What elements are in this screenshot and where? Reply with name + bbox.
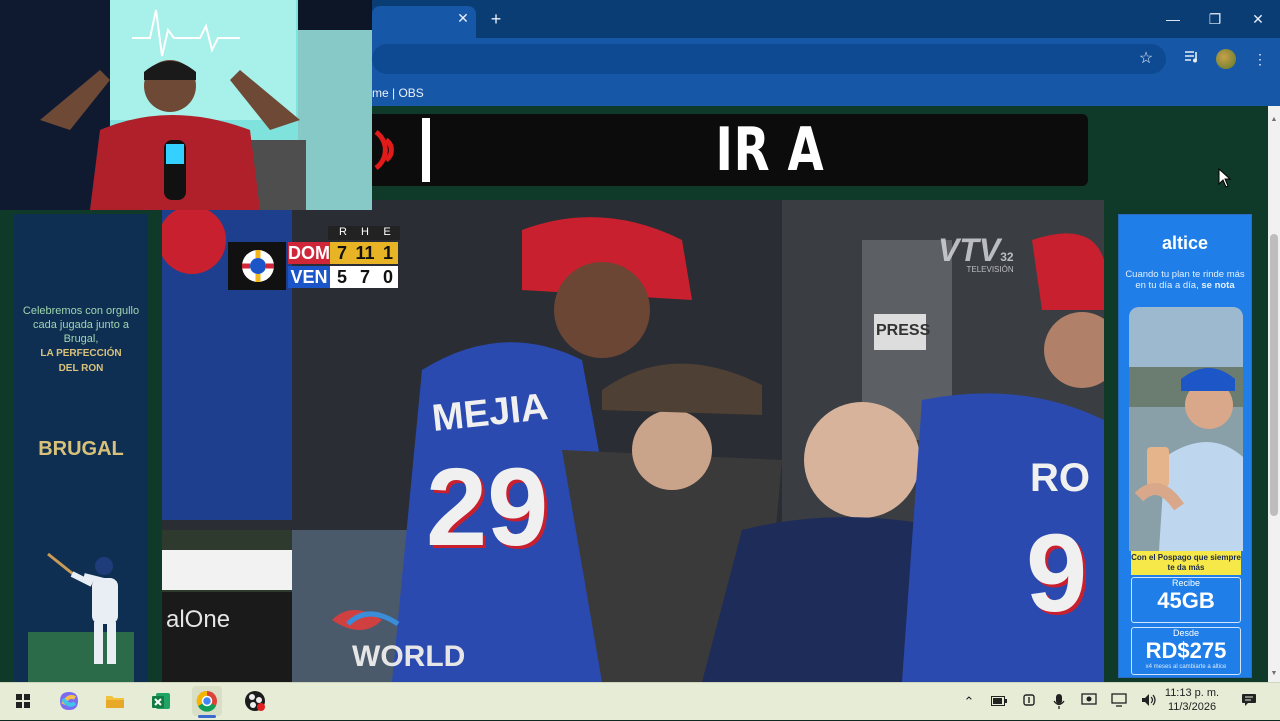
microphone-icon[interactable] [1050, 693, 1068, 711]
folder-icon [106, 696, 124, 708]
obs-icon [245, 691, 265, 711]
media-control-icon[interactable] [1182, 49, 1202, 69]
windows-logo-icon [16, 694, 30, 708]
team-ven: VEN [290, 267, 328, 287]
ven-errors: 0 [382, 267, 393, 287]
altice-ad[interactable]: altice Cuando tu plan te rinde más en tu… [1118, 214, 1252, 678]
altice-price-box: Desde RD$275 x4 meses al cambiarte a alt… [1131, 627, 1241, 675]
address-bar[interactable] [372, 44, 1166, 74]
network-icon[interactable] [1110, 693, 1128, 711]
altice-box1-small: Recibe [1171, 578, 1200, 588]
batter-illustration [28, 552, 134, 682]
volume-icon[interactable] [1140, 693, 1158, 711]
taskbar-active-indicator [198, 715, 216, 718]
dom-hits: 11 [355, 243, 375, 263]
score-header-h: H [361, 226, 369, 238]
bookmark-item-obs[interactable]: me | OBS [372, 86, 424, 100]
taskbar-obs[interactable] [240, 686, 270, 716]
taskbar-chrome[interactable] [192, 686, 222, 716]
fan-with-phone-illustration [1129, 307, 1243, 551]
dom-errors: 1 [382, 243, 393, 263]
altice-subtitle: Cuando tu plan te rinde más en tu día a … [1125, 269, 1245, 291]
altice-logo: altice [1161, 233, 1209, 253]
chrome-icon [196, 690, 217, 712]
scroll-up-icon[interactable]: ▲ [1268, 114, 1280, 126]
altice-box2-note: x4 meses al cambiarte a altice [1145, 664, 1227, 670]
screen-capture-icon[interactable] [1080, 693, 1098, 711]
brugal-slogan: Celebremos con orgullo cada jugada junto… [22, 305, 140, 345]
altice-data-box: Recibe 45GB [1131, 577, 1241, 623]
excel-icon [152, 693, 170, 709]
brugal-logo: BRUGAL [38, 438, 124, 460]
player-banner[interactable]: IR A REPRODUCTOR 2 [372, 114, 1088, 186]
tab-close-icon[interactable]: ✕ [455, 10, 471, 26]
dom-runs: 7 [336, 243, 347, 263]
sync-icon[interactable] [1020, 693, 1038, 711]
copilot-icon [60, 692, 78, 710]
ven-hits: 7 [359, 267, 370, 287]
jersey-number-2: 9 [1026, 512, 1088, 635]
banner-title: IR A REPRODUCTOR 2 [715, 115, 825, 185]
score-header-r: R [339, 226, 347, 238]
altice-box2-small: Desde [1172, 628, 1199, 638]
altice-subtitle-bold: se nota [1201, 280, 1235, 291]
clock-date: 11/3/2026 [1167, 701, 1217, 713]
battery-icon[interactable] [990, 693, 1008, 711]
press-sign-text: PRESS [876, 322, 931, 339]
browser-menu-icon[interactable]: ⋮ [1250, 49, 1270, 69]
broadcast-signal-icon [374, 129, 394, 171]
scoreboard: R H E DOM VEN 7 11 1 5 7 0 [228, 226, 400, 290]
bookmark-star-icon[interactable]: ☆ [1136, 49, 1156, 69]
brugal-ad[interactable]: Celebremos con orgullo cada jugada junto… [14, 214, 148, 682]
altice-ad-photo [1129, 307, 1243, 551]
network-channel: 32 [1000, 250, 1014, 264]
network-watermark: VTV32 TELEVISIÓN [938, 232, 1014, 274]
maximize-button[interactable]: ❐ [1200, 6, 1230, 32]
clock-time: 11:13 p. m. [1164, 687, 1220, 699]
team-dom: DOM [288, 243, 330, 263]
webcam-overlay [0, 0, 372, 210]
streamer-webcam [0, 0, 372, 210]
taskbar-copilot[interactable] [54, 686, 84, 716]
start-button[interactable] [8, 686, 38, 716]
tray-overflow-chevron-icon[interactable]: ⌃ [960, 693, 978, 711]
taskbar-file-explorer[interactable] [100, 686, 130, 716]
notifications-icon[interactable] [1240, 693, 1258, 711]
scrollbar-thumb[interactable] [1270, 234, 1278, 516]
padding-ad-text: alOne [166, 606, 231, 633]
new-tab-button[interactable]: + [486, 9, 506, 29]
brugal-tagline-2: DEL RON [58, 363, 104, 374]
altice-box2-big: RD$275 [1145, 638, 1227, 663]
banner-divider [422, 118, 430, 182]
network-logo: VTV [938, 232, 1001, 268]
jersey-name-2: RO [1030, 456, 1090, 500]
altice-box1-big: 45GB [1157, 588, 1215, 613]
jersey-number: 29 [426, 446, 549, 569]
taskbar-excel[interactable] [146, 686, 176, 716]
score-header-e: E [383, 226, 391, 238]
scroll-down-icon[interactable]: ▼ [1268, 668, 1280, 680]
close-window-button[interactable]: ✕ [1243, 6, 1273, 32]
minimize-button[interactable]: — [1158, 6, 1188, 32]
mouse-cursor-icon [1218, 168, 1232, 188]
brugal-ad-copy: Celebremos con orgullo cada jugada junto… [22, 304, 140, 376]
profile-avatar[interactable] [1216, 49, 1236, 69]
brugal-tagline-1: LA PERFECCIÓN [40, 348, 122, 359]
altice-promo: Con el Pospago que siempre te da más [1131, 551, 1241, 575]
ven-runs: 5 [336, 267, 347, 287]
world-classic-text: WORLD [352, 640, 466, 673]
taskbar-clock[interactable]: 11:13 p. m. 11/3/2026 [1162, 686, 1222, 714]
